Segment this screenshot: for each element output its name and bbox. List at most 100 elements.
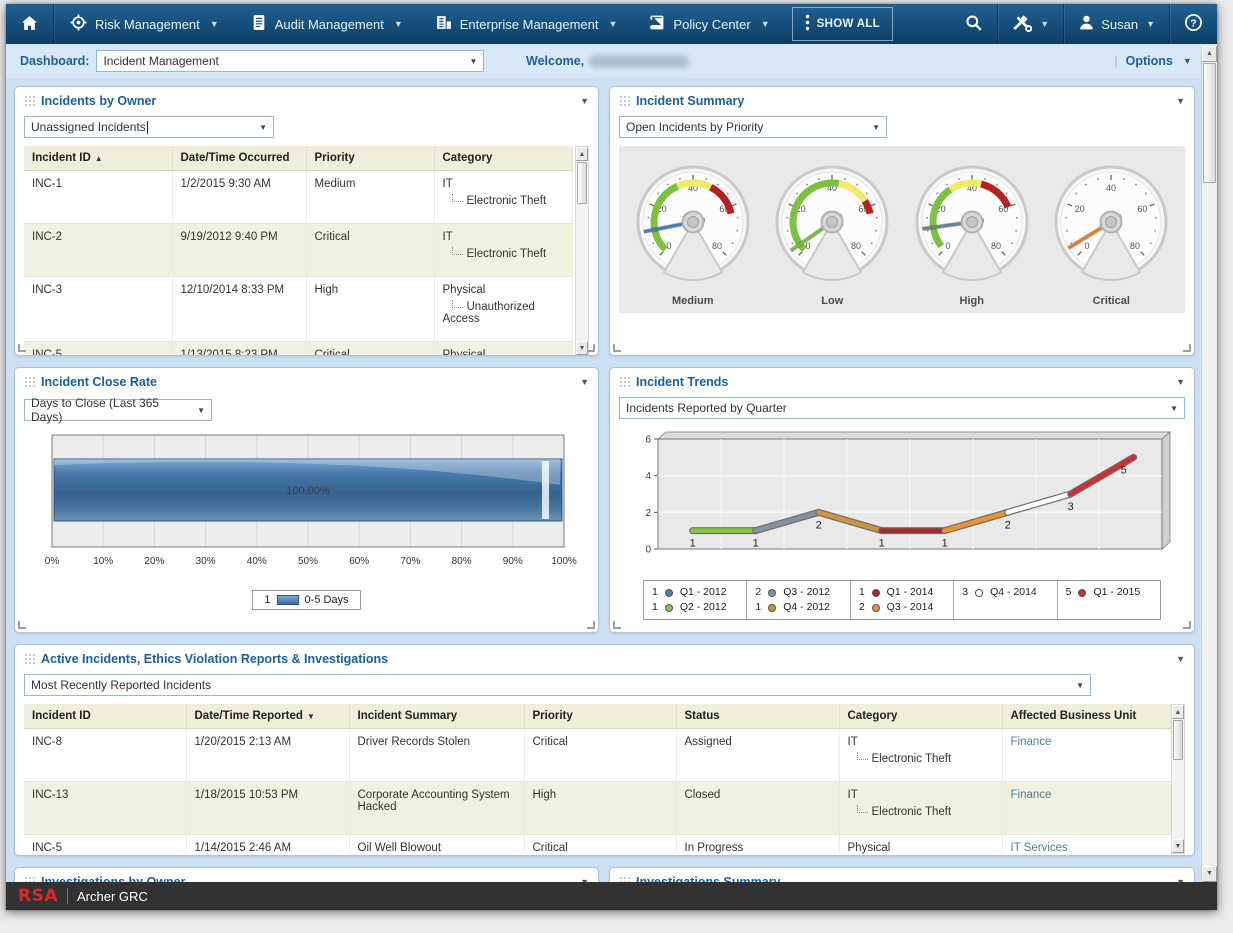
panel-menu-caret-icon[interactable]: ▼ <box>580 377 589 387</box>
table-row[interactable]: INC-5 1/14/2015 2:46 AM Oil Well Blowout… <box>24 835 1172 855</box>
scroll-down-arrow[interactable]: ▼ <box>1202 866 1217 882</box>
panel-menu-caret-icon[interactable]: ▼ <box>580 96 589 106</box>
nav-policy-center[interactable]: Policy Center ▼ <box>633 4 785 44</box>
legend-dot-icon <box>665 604 673 612</box>
col-header[interactable]: Priority <box>524 704 676 729</box>
svg-text:0: 0 <box>645 545 651 556</box>
drag-grip-icon[interactable] <box>24 376 35 389</box>
legend-dot-icon <box>665 589 673 597</box>
chevron-down-icon: ▼ <box>1162 404 1178 413</box>
legend-group: 2 Q3 - 20121 Q4 - 2012 <box>747 581 850 619</box>
chevron-down-icon: ▼ <box>189 406 205 415</box>
search-button[interactable] <box>951 4 997 44</box>
svg-text:30%: 30% <box>196 556 216 567</box>
legend-item: 1 Q1 - 2014 <box>859 585 945 600</box>
table-scrollbar[interactable]: ▲ ▼ <box>1171 704 1185 854</box>
drag-grip-icon[interactable] <box>24 653 35 666</box>
document-icon <box>251 14 267 34</box>
help-button[interactable]: ? <box>1170 4 1217 44</box>
panel-resize-handle[interactable] <box>587 621 595 629</box>
priority-gauges: 020406080Medium020406080Low020406080High… <box>619 146 1185 313</box>
filter-value: Days to Close (Last 365 Days) <box>31 396 189 424</box>
nav-enterprise-management[interactable]: Enterprise Management ▼ <box>419 4 634 44</box>
filter-value: Incidents Reported by Quarter <box>626 401 787 415</box>
dashboard-select[interactable]: Incident Management ▼ <box>96 50 484 72</box>
table-row[interactable]: INC-2 9/19/2012 9:40 PM Critical IT Elec… <box>24 224 573 277</box>
gauge-medium: 020406080Medium <box>624 158 762 307</box>
panel-resize-handle[interactable] <box>1183 621 1191 629</box>
welcome-label: Welcome, <box>526 54 584 68</box>
panel-resize-handle[interactable] <box>1183 344 1191 352</box>
col-header[interactable]: Affected Business Unit <box>1002 704 1172 729</box>
business-unit-link[interactable]: Finance <box>1011 736 1052 748</box>
chevron-down-icon: ▼ <box>1183 56 1192 66</box>
incident-summary-filter-select[interactable]: Open Incidents by Priority ▼ <box>619 116 887 138</box>
admin-tools-button[interactable]: ▼ <box>998 4 1063 44</box>
panel-resize-handle[interactable] <box>18 621 26 629</box>
nav-risk-management[interactable]: Risk Management ▼ <box>54 4 235 44</box>
filter-value: Most Recently Reported Incidents <box>31 678 211 692</box>
table-row[interactable]: INC-5 1/13/2015 8:23 PM Critical Physica… <box>24 342 573 357</box>
options-menu[interactable]: | Options ▼ | <box>1114 54 1203 68</box>
col-header[interactable]: Status <box>676 704 839 729</box>
svg-text:1: 1 <box>690 538 696 550</box>
close-rate-filter-select[interactable]: Days to Close (Last 365 Days) ▼ <box>24 399 212 421</box>
panel-menu-caret-icon[interactable]: ▼ <box>1176 654 1185 664</box>
table-row[interactable]: INC-1 1/2/2015 9:30 AM Medium IT Electro… <box>24 171 573 224</box>
business-unit-link[interactable]: Finance <box>1011 789 1052 801</box>
legend-value: 1 <box>652 585 658 600</box>
panel-resize-handle[interactable] <box>587 344 595 352</box>
drag-grip-icon[interactable] <box>619 95 630 108</box>
col-header[interactable]: Incident ID▲ <box>24 146 172 171</box>
panel-resize-handle[interactable] <box>18 344 26 352</box>
svg-text:100%: 100% <box>551 556 577 567</box>
table-scrollbar[interactable]: ▲ ▼ <box>575 146 589 356</box>
user-menu[interactable]: Susan ▼ <box>1064 4 1169 44</box>
panel-menu-caret-icon[interactable]: ▼ <box>1176 377 1185 387</box>
svg-text:20%: 20% <box>144 556 164 567</box>
divider: | <box>1114 54 1117 68</box>
legend-item: 1 Q2 - 2012 <box>652 600 738 615</box>
nav-audit-management[interactable]: Audit Management ▼ <box>235 4 419 44</box>
col-header[interactable]: Date/Time Reported▼ <box>186 704 349 729</box>
panel-resize-handle[interactable] <box>613 621 621 629</box>
page-scrollbar[interactable]: ▲ ▼ <box>1201 46 1217 882</box>
scroll-thumb[interactable] <box>577 162 587 204</box>
table-row[interactable]: INC-3 12/10/2014 8:33 PM High Physical U… <box>24 277 573 342</box>
scroll-thumb[interactable] <box>1203 63 1216 183</box>
col-header[interactable]: Category <box>434 146 573 171</box>
tree-branch-icon <box>452 300 463 308</box>
incidents-by-owner-filter-select[interactable]: Unassigned Incidents ▼ <box>24 116 274 138</box>
col-header[interactable]: Incident ID <box>24 704 186 729</box>
svg-text:60%: 60% <box>349 556 369 567</box>
svg-text:2: 2 <box>816 519 822 531</box>
col-header[interactable]: Priority <box>306 146 434 171</box>
sort-desc-icon: ▼ <box>307 712 315 721</box>
scroll-down-arrow[interactable]: ▼ <box>1172 839 1184 853</box>
options-label: Options <box>1126 54 1173 68</box>
col-header[interactable]: Date/Time Occurred <box>172 146 306 171</box>
user-icon <box>1078 14 1095 34</box>
business-unit-link[interactable]: IT Services <box>1011 842 1068 854</box>
active-incidents-filter-select[interactable]: Most Recently Reported Incidents ▼ <box>24 674 1091 696</box>
show-all-button[interactable]: SHOW ALL <box>792 7 893 41</box>
drag-grip-icon[interactable] <box>619 376 630 389</box>
col-header[interactable]: Incident Summary <box>349 704 524 729</box>
legend-group: 3 Q4 - 2014 <box>954 581 1057 619</box>
panel-resize-handle[interactable] <box>613 344 621 352</box>
scroll-up-arrow[interactable]: ▲ <box>576 147 588 161</box>
col-header[interactable]: Category <box>839 704 1002 729</box>
drag-grip-icon[interactable] <box>24 95 35 108</box>
legend-swatch <box>277 595 299 605</box>
chevron-down-icon: ▼ <box>1146 19 1155 29</box>
trends-filter-select[interactable]: Incidents Reported by Quarter ▼ <box>619 397 1185 419</box>
scroll-up-arrow[interactable]: ▲ <box>1202 46 1217 62</box>
scroll-up-arrow[interactable]: ▲ <box>1172 705 1184 719</box>
panel-investigations-by-owner: Investigations by Owner ▼ <box>14 867 599 882</box>
table-row[interactable]: INC-13 1/18/2015 10:53 PM Corporate Acco… <box>24 782 1172 835</box>
home-button[interactable] <box>6 4 54 44</box>
scroll-thumb[interactable] <box>1173 720 1183 760</box>
table-row[interactable]: INC-8 1/20/2015 2:13 AM Driver Records S… <box>24 729 1172 782</box>
svg-text:0: 0 <box>1085 241 1090 251</box>
panel-menu-caret-icon[interactable]: ▼ <box>1176 96 1185 106</box>
